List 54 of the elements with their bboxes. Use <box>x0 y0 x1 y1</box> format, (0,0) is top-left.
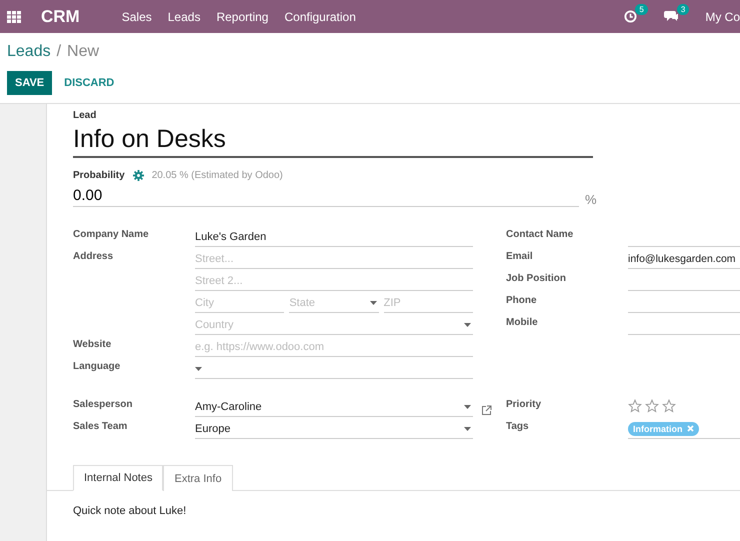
probability-label: Probability <box>73 170 125 181</box>
select-field[interactable]: Amy-Caroline <box>195 397 473 417</box>
field-label: Language <box>73 360 122 374</box>
field-label: Email <box>506 250 534 264</box>
apps-grid-icon[interactable] <box>7 10 21 22</box>
caret-icon <box>195 366 202 370</box>
close-icon[interactable] <box>686 425 694 432</box>
caret-icon <box>464 322 471 326</box>
tab[interactable]: Extra Info <box>163 465 233 491</box>
caret-icon <box>464 404 471 408</box>
field-label: Sales Team <box>73 420 128 434</box>
breadcrumb-current: New <box>67 43 100 61</box>
field-label: Phone <box>506 294 538 308</box>
lead-label: Lead <box>73 110 98 121</box>
clock-icon[interactable] <box>624 10 638 23</box>
breadcrumb-separator: / <box>56 43 62 61</box>
menu-item[interactable]: Leads <box>168 10 200 24</box>
field-label: Mobile <box>506 316 539 330</box>
field-label: Website <box>73 338 112 352</box>
select-field[interactable]: Europe <box>195 419 473 439</box>
gear-icon[interactable] <box>132 170 144 181</box>
external-link-icon[interactable] <box>481 405 492 416</box>
menu-item[interactable]: Sales <box>122 10 152 24</box>
star-icon[interactable] <box>645 399 659 413</box>
menu-item[interactable]: Reporting <box>216 10 268 24</box>
star-icon[interactable] <box>662 399 676 413</box>
percent-sign: % <box>585 192 597 207</box>
caret-icon <box>464 426 471 430</box>
field-label: Address <box>73 250 114 264</box>
field-label: Job Position <box>506 272 567 286</box>
priority-stars[interactable] <box>628 397 676 413</box>
breadcrumb-link[interactable]: Leads <box>7 43 51 61</box>
star-icon[interactable] <box>628 399 642 413</box>
count-badge: 5 <box>635 4 648 15</box>
caret-icon <box>370 300 377 304</box>
count-badge: 3 <box>676 4 690 15</box>
menu-item[interactable]: Configuration <box>284 10 356 24</box>
field-label: Company Name <box>73 228 150 242</box>
notes-text: Quick note about Luke! <box>73 505 188 517</box>
field-label: Salesperson <box>73 398 134 412</box>
company-switcher[interactable]: My Co <box>705 10 740 24</box>
tab[interactable]: Internal Notes <box>73 465 164 491</box>
discard-button[interactable]: DISCARD <box>54 71 124 95</box>
probability-estimate: 20.05 % (Estimated by Odoo) <box>152 170 283 181</box>
field-label: Priority <box>506 398 542 412</box>
field-label: Contact Name <box>506 228 574 242</box>
input-field[interactable]: info@lukesgarden.com <box>628 249 740 269</box>
field-label: Tags <box>506 420 530 434</box>
chat-icon[interactable] <box>664 10 679 23</box>
probability-field[interactable]: 0.00 <box>73 187 579 207</box>
lead-title-field[interactable]: Info on Desks <box>73 125 593 158</box>
input-field[interactable]: Luke's Garden <box>195 227 473 247</box>
save-button[interactable]: SAVE <box>7 71 52 95</box>
app-name[interactable]: CRM <box>41 6 80 26</box>
